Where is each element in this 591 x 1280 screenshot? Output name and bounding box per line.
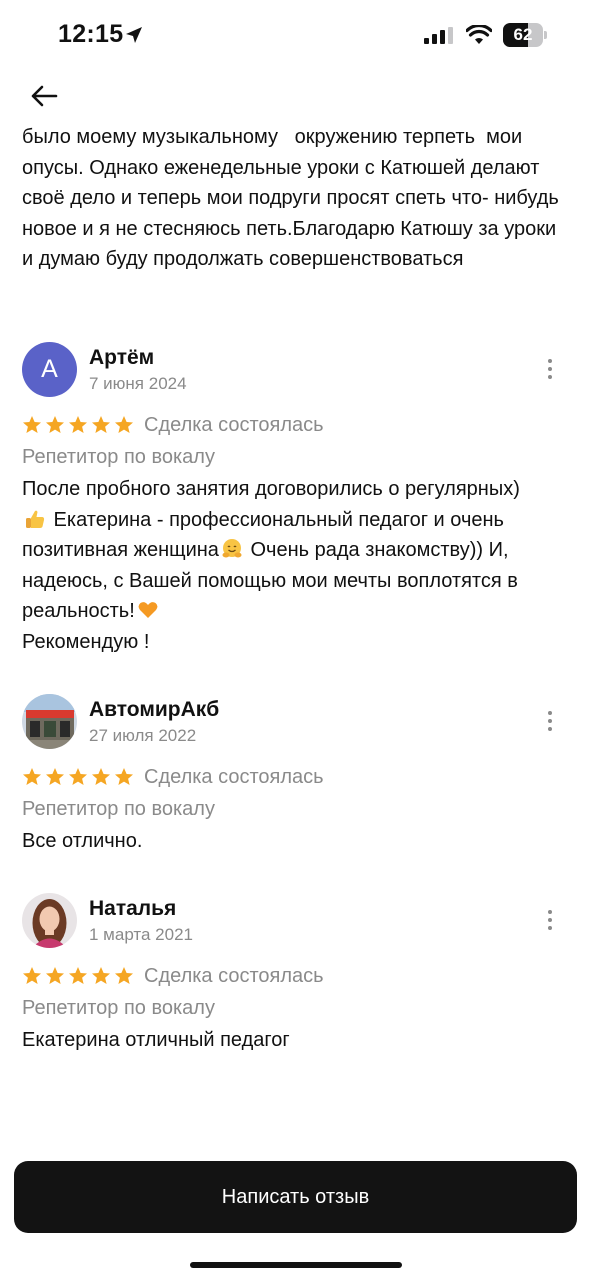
star-rating bbox=[22, 966, 134, 986]
star-icon bbox=[92, 967, 110, 984]
review-text: Екатерина отличный педагог bbox=[22, 1029, 290, 1051]
more-options-button[interactable] bbox=[540, 354, 560, 384]
arrow-left-icon bbox=[31, 85, 58, 107]
status-time: 12:15 bbox=[58, 20, 124, 48]
more-options-button[interactable] bbox=[540, 905, 560, 935]
review-text: Все отлично. bbox=[22, 830, 143, 852]
star-icon bbox=[115, 416, 133, 433]
battery-indicator: 62 bbox=[503, 23, 547, 47]
service-category: Репетитор по вокалу bbox=[22, 997, 215, 1019]
home-indicator bbox=[190, 1262, 402, 1268]
star-rating bbox=[22, 767, 134, 787]
review-header: Наталья 1 марта 2021 bbox=[22, 893, 572, 955]
review-card: А Артём 7 июня 2024 Сделка состоялась Ре… bbox=[22, 342, 572, 657]
review-card: АвтомирАкб 27 июля 2022 Сделка состоялас… bbox=[22, 694, 572, 857]
star-icon bbox=[69, 967, 87, 984]
battery-level: 62 bbox=[513, 25, 533, 44]
reviewer-name[interactable]: Артём bbox=[89, 346, 154, 370]
avatar[interactable] bbox=[22, 694, 77, 749]
thumbs-up-icon bbox=[26, 510, 45, 528]
orange-heart-icon bbox=[138, 602, 158, 618]
review-date: 1 марта 2021 bbox=[89, 925, 193, 944]
star-icon bbox=[23, 967, 41, 984]
review-date: 27 июля 2022 bbox=[89, 726, 197, 745]
status-bar: 12:15 62 bbox=[0, 0, 591, 70]
more-options-button[interactable] bbox=[540, 706, 560, 736]
review-card: Наталья 1 марта 2021 Сделка состоялась Р… bbox=[22, 893, 572, 1056]
deal-status: Сделка состоялась bbox=[144, 964, 324, 987]
service-category: Репетитор по вокалу bbox=[22, 798, 215, 820]
service-category: Репетитор по вокалу bbox=[22, 446, 215, 468]
star-icon bbox=[46, 967, 64, 984]
star-icon bbox=[46, 416, 64, 433]
reviewer-name[interactable]: АвтомирАкб bbox=[89, 698, 219, 722]
star-icon bbox=[92, 416, 110, 433]
avatar[interactable]: А bbox=[22, 342, 77, 397]
review-header: А Артём 7 июня 2024 bbox=[22, 342, 572, 404]
deal-status: Сделка состоялась bbox=[144, 413, 324, 436]
star-rating bbox=[22, 415, 134, 435]
review-text-part: Рекомендую ! bbox=[22, 630, 150, 653]
review-date: 7 июня 2024 bbox=[89, 374, 187, 393]
cellular-signal-icon bbox=[424, 27, 453, 44]
star-icon bbox=[69, 416, 87, 433]
star-icon bbox=[92, 768, 110, 785]
deal-status: Сделка состоялась bbox=[144, 765, 324, 788]
rating-row: Сделка состоялась bbox=[22, 410, 572, 440]
rating-row: Сделка состоялась bbox=[22, 762, 572, 792]
hugging-face-icon bbox=[222, 539, 242, 558]
user-photo-avatar bbox=[22, 893, 77, 948]
star-icon bbox=[115, 967, 133, 984]
shop-photo-avatar bbox=[22, 694, 77, 749]
avatar[interactable] bbox=[22, 893, 77, 948]
star-icon bbox=[115, 768, 133, 785]
rating-row: Сделка состоялась bbox=[22, 961, 572, 991]
back-button[interactable] bbox=[22, 78, 66, 114]
star-icon bbox=[23, 768, 41, 785]
review-header: АвтомирАкб 27 июля 2022 bbox=[22, 694, 572, 756]
star-icon bbox=[46, 768, 64, 785]
review-text-part: После пробного занятия договорились о ре… bbox=[22, 478, 520, 500]
reviewer-name[interactable]: Наталья bbox=[89, 897, 176, 921]
write-review-button[interactable]: Написать отзыв bbox=[14, 1161, 577, 1233]
previous-review-text: было моему музыкальному окружению терпет… bbox=[22, 126, 565, 270]
star-icon bbox=[23, 416, 41, 433]
star-icon bbox=[69, 768, 87, 785]
location-arrow-icon bbox=[126, 27, 142, 43]
wifi-icon bbox=[466, 25, 492, 44]
review-text: После пробного занятия договорились о ре… bbox=[22, 474, 572, 657]
